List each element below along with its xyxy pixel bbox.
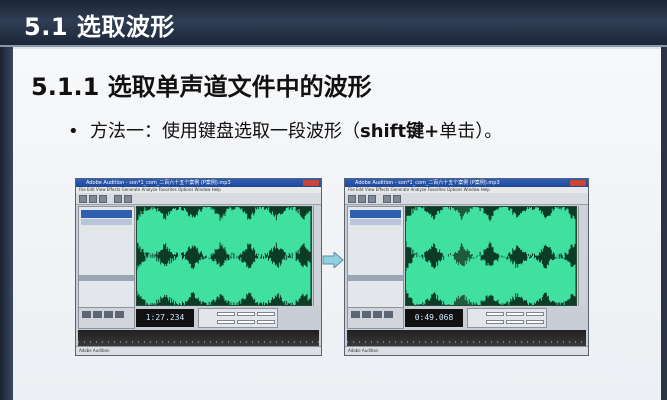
- level-meter: [347, 330, 586, 346]
- waveform-channel: [406, 253, 576, 305]
- end-field[interactable]: [506, 312, 524, 316]
- toolbar-button-icon[interactable]: [124, 195, 132, 203]
- window-titlebar: Adobe Audition - son*1_com_二百六十五个案例 (P案例…: [345, 179, 588, 187]
- begin-field[interactable]: [486, 312, 504, 316]
- waveform-channel: [137, 207, 311, 259]
- stop-icon[interactable]: [351, 311, 360, 318]
- waveform-graphic: [137, 207, 311, 305]
- toolbar-button-icon[interactable]: [89, 195, 97, 203]
- waveform-channel: [137, 253, 311, 305]
- section-heading: 5.1.1 选取单声道文件中的波形: [31, 73, 372, 101]
- toolbar-button-icon[interactable]: [114, 195, 122, 203]
- slide: 5.1 选取波形 5.1.1 选取单声道文件中的波形 • 方法一：使用键盘选取一段…: [0, 0, 667, 400]
- arrow-right-icon: [322, 252, 344, 268]
- loop-icon[interactable]: [115, 311, 124, 318]
- toolbar-button-icon[interactable]: [383, 195, 391, 203]
- view-length-field[interactable]: [257, 320, 275, 324]
- toolbar-button-icon[interactable]: [393, 195, 401, 203]
- view-begin-field[interactable]: [486, 320, 504, 324]
- play-icon[interactable]: [362, 311, 371, 318]
- status-bar: Adobe Audition: [345, 346, 588, 355]
- window-controls-icon[interactable]: [303, 180, 319, 186]
- pause-icon[interactable]: [373, 311, 382, 318]
- window-title: Adobe Audition - son*1_com_二百六十五个案例 (P案例…: [355, 180, 500, 186]
- vertical-scrollbar[interactable]: [578, 206, 586, 306]
- bullet-text-bold: shift键+: [360, 121, 440, 142]
- toolbar-button-icon[interactable]: [79, 195, 87, 203]
- window-titlebar: Adobe Audition - son*1_com_二百六十五个案例 (P案例…: [76, 179, 321, 187]
- vertical-scrollbar[interactable]: [313, 206, 321, 306]
- slide-title: 5.1 选取波形: [24, 13, 175, 41]
- play-icon[interactable]: [93, 311, 102, 318]
- transport-controls: [78, 307, 135, 329]
- right-rail: [661, 47, 667, 400]
- panel-header: [348, 275, 403, 281]
- transport-controls: [347, 307, 404, 329]
- length-field[interactable]: [526, 312, 544, 316]
- window-title: Adobe Audition - son*1_com_二百六十五个案例 (P案例…: [86, 180, 231, 186]
- file-item-selected[interactable]: [350, 210, 401, 218]
- left-rail: [0, 47, 13, 400]
- end-field[interactable]: [237, 312, 255, 316]
- file-item-selected[interactable]: [81, 210, 132, 218]
- toolbar: [76, 193, 321, 205]
- toolbar-button-icon[interactable]: [358, 195, 366, 203]
- file-item[interactable]: [350, 219, 401, 225]
- bullet-text: 方法一：使用键盘选取一段波形（shift键+单击）。: [90, 121, 502, 142]
- view-end-field[interactable]: [506, 320, 524, 324]
- file-item[interactable]: [81, 219, 132, 225]
- loop-icon[interactable]: [384, 311, 393, 318]
- toolbar-button-icon[interactable]: [99, 195, 107, 203]
- waveform-graphic: [406, 207, 576, 305]
- screenshot-before: Adobe Audition - son*1_com_二百六十五个案例 (P案例…: [75, 178, 322, 356]
- bullet-marker: •: [68, 121, 79, 142]
- bullet-text-prefix: 方法一：使用键盘选取一段波形（: [90, 121, 360, 142]
- status-bar: Adobe Audition: [76, 346, 321, 355]
- waveform-display[interactable]: [405, 206, 577, 306]
- selection-view-table: [198, 308, 278, 328]
- time-display: 0:49.068: [405, 309, 463, 327]
- waveform-channel: [406, 207, 576, 259]
- toolbar: [345, 193, 588, 205]
- level-meter: [78, 330, 319, 346]
- time-display: 1:27.234: [136, 309, 194, 327]
- window-controls-icon[interactable]: [570, 180, 586, 186]
- screenshot-after: Adobe Audition - son*1_com_二百六十五个案例 (P案例…: [344, 178, 589, 356]
- begin-field[interactable]: [217, 312, 235, 316]
- length-field[interactable]: [257, 312, 275, 316]
- view-length-field[interactable]: [526, 320, 544, 324]
- selection-view-table: [467, 308, 547, 328]
- pause-icon[interactable]: [104, 311, 113, 318]
- toolbar-button-icon[interactable]: [368, 195, 376, 203]
- bullet-text-suffix: 单击）。: [439, 121, 503, 142]
- view-end-field[interactable]: [237, 320, 255, 324]
- view-begin-field[interactable]: [217, 320, 235, 324]
- panel-header: [79, 275, 134, 281]
- waveform-display[interactable]: [136, 206, 312, 306]
- toolbar-button-icon[interactable]: [348, 195, 356, 203]
- stop-icon[interactable]: [82, 311, 91, 318]
- bullet-item: • 方法一：使用键盘选取一段波形（shift键+单击）。: [68, 117, 502, 143]
